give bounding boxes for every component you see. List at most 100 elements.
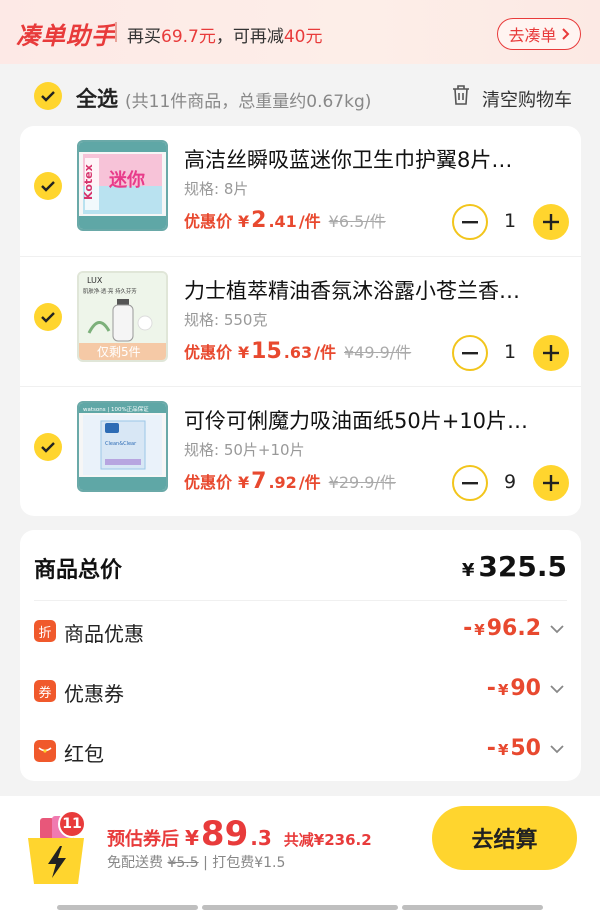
kotex-pack-image: Kotex 迷你 xyxy=(79,142,166,229)
price-unit: /件 xyxy=(298,212,321,231)
product-image[interactable]: Kotex 迷你 xyxy=(77,140,168,231)
summary-title: 商品总价 xyxy=(34,558,123,583)
product-title[interactable]: 可伶可俐魔力吸油面纸50片+10片… xyxy=(184,405,564,435)
home-indicator-segment xyxy=(57,905,198,910)
pack-brand: Clean&Clear xyxy=(105,441,137,447)
cart-count-badge: 11 xyxy=(58,810,86,838)
shipping-info: 免配送费 ¥5.5 | 打包费¥1.5 xyxy=(107,852,285,872)
promo-amount: 69.7元 xyxy=(161,27,216,47)
blotting-paper-image: watsons | 100%正品保证 Clean&Clear xyxy=(79,403,166,490)
price-label: 优惠价 xyxy=(184,212,233,231)
checkmark-icon xyxy=(41,312,55,323)
coupon-amount: - ¥90 xyxy=(487,676,541,701)
product-image[interactable]: watsons | 100%正品保证 Clean&Clear xyxy=(77,401,168,492)
product-title[interactable]: 力士植萃精油香氛沐浴露小苍兰香… xyxy=(184,275,564,305)
price-currency: ¥ xyxy=(238,212,250,231)
cart-meta: (共11件商品，总重量约0.67kg) xyxy=(125,92,372,112)
amount-prefix: - xyxy=(463,616,473,641)
select-all-label[interactable]: 全选 xyxy=(76,83,118,113)
price-unit: /件 xyxy=(298,473,321,492)
checkmark-icon xyxy=(41,91,55,102)
plus-icon xyxy=(543,345,559,361)
coupon-label: 优惠券 xyxy=(64,682,124,706)
coupon-row[interactable]: 券 优惠券 - ¥90 xyxy=(34,676,567,708)
quantity-value[interactable]: 9 xyxy=(495,471,525,493)
cart-item: Kotex 迷你 高洁丝瞬吸蓝迷你卫生巾护翼8片… 规格: 8片 优惠价 ¥ 2… xyxy=(20,126,581,256)
minus-icon xyxy=(462,482,478,485)
red-packet-label: 红包 xyxy=(64,742,104,766)
cart-item: watsons | 100%正品保证 Clean&Clear 可伶可俐魔力吸油面… xyxy=(20,386,581,516)
discount-row[interactable]: 折 商品优惠 - ¥96.2 xyxy=(34,616,567,648)
home-indicator-segment xyxy=(402,905,543,910)
promo-text: 再买69.7元，可再减40元 xyxy=(127,22,323,47)
amount-currency: ¥ xyxy=(497,681,509,699)
price-integer: 7 xyxy=(251,469,267,494)
ship-text: 免配送费 xyxy=(107,855,163,871)
plus-icon xyxy=(543,214,559,230)
promo-middle: ，可再减 xyxy=(215,27,284,47)
product-spec[interactable]: 规格: 8片 xyxy=(184,178,248,199)
product-spec[interactable]: 规格: 550克 xyxy=(184,309,267,330)
price-currency: ¥ xyxy=(238,343,250,362)
checkout-bar: 11 预估券后 ¥ 89 .3 共减¥236.2 免配送费 ¥5.5 | 打包费… xyxy=(0,796,600,913)
chevron-down-icon xyxy=(550,625,564,634)
select-all-row: 全选 (共11件商品，总重量约0.67kg) 清空购物车 xyxy=(0,64,600,126)
red-packet-amount: - ¥50 xyxy=(487,736,541,761)
chevron-down-icon xyxy=(550,685,564,694)
price-label: 优惠价 xyxy=(184,343,233,362)
decrease-quantity-button[interactable] xyxy=(452,335,488,371)
quantity-value[interactable]: 1 xyxy=(495,341,525,363)
top-promo-bar: 凑单助手 再买69.7元，可再减40元 去凑单 xyxy=(0,0,600,64)
pack-header: watsons | 100%正品保证 xyxy=(83,405,149,413)
price-unit: /件 xyxy=(314,343,336,362)
item-checkbox[interactable] xyxy=(34,303,62,331)
product-spec[interactable]: 规格: 50片+10片 xyxy=(184,439,305,460)
go-add-items-button[interactable]: 去凑单 xyxy=(497,18,581,50)
red-packet-row[interactable]: 红包 - ¥50 xyxy=(34,736,567,768)
product-title[interactable]: 高洁丝瞬吸蓝迷你卫生巾护翼8片… xyxy=(184,144,564,174)
amount-currency: ¥ xyxy=(474,621,485,639)
promo-discount: 40元 xyxy=(283,27,323,47)
coupon-icon: 券 xyxy=(34,680,56,702)
original-price: ¥49.9/件 xyxy=(343,343,412,362)
product-image[interactable]: LUX 肌肤净·透·亮 持久芬芳 仅剩5件 xyxy=(77,271,168,362)
item-checkbox[interactable] xyxy=(34,172,62,200)
price-decimal: .63 xyxy=(283,343,313,362)
est-label: 预估券后 xyxy=(107,829,179,850)
decrease-quantity-button[interactable] xyxy=(452,204,488,240)
est-decimal: .3 xyxy=(250,826,272,850)
home-indicator-segment xyxy=(202,905,398,910)
discount-amount: - ¥96.2 xyxy=(463,616,541,641)
increase-quantity-button[interactable] xyxy=(533,465,569,501)
item-checkbox[interactable] xyxy=(34,433,62,461)
red-packet-icon xyxy=(34,740,56,762)
promo-prefix: 再买 xyxy=(127,27,161,47)
trash-icon[interactable] xyxy=(451,84,471,106)
select-all-checkbox[interactable] xyxy=(34,82,62,110)
checkout-button[interactable]: 去结算 xyxy=(432,806,577,870)
pack-brand: Kotex xyxy=(82,164,95,200)
original-price: ¥6.5/件 xyxy=(328,212,386,231)
increase-quantity-button[interactable] xyxy=(533,335,569,371)
divider xyxy=(115,22,117,42)
chevron-down-icon xyxy=(550,745,564,754)
total-amount: 325.5 xyxy=(478,550,567,583)
discount-icon: 折 xyxy=(34,620,56,642)
minus-icon xyxy=(462,352,478,355)
cart-item: LUX 肌肤净·透·亮 持久芬芳 仅剩5件 力士植萃精油香氛沐浴露小苍兰香… 规… xyxy=(20,256,581,386)
cart-items-card: Kotex 迷你 高洁丝瞬吸蓝迷你卫生巾护翼8片… 规格: 8片 优惠价 ¥ 2… xyxy=(20,126,581,516)
amount-prefix: - xyxy=(486,736,496,761)
discount-label: 商品优惠 xyxy=(64,622,144,646)
minus-icon xyxy=(462,221,478,224)
go-add-items-label: 去凑单 xyxy=(508,26,557,45)
amount-value: 50 xyxy=(510,736,541,761)
clear-cart-button[interactable]: 清空购物车 xyxy=(482,86,572,112)
decrease-quantity-button[interactable] xyxy=(452,465,488,501)
total-currency: ¥ xyxy=(461,560,475,581)
pack-brand: LUX xyxy=(87,276,103,285)
chevron-right-icon xyxy=(561,28,569,40)
increase-quantity-button[interactable] xyxy=(533,204,569,240)
brand-title: 凑单助手 xyxy=(16,22,116,50)
price-label: 优惠价 xyxy=(184,473,233,492)
quantity-value[interactable]: 1 xyxy=(495,210,525,232)
